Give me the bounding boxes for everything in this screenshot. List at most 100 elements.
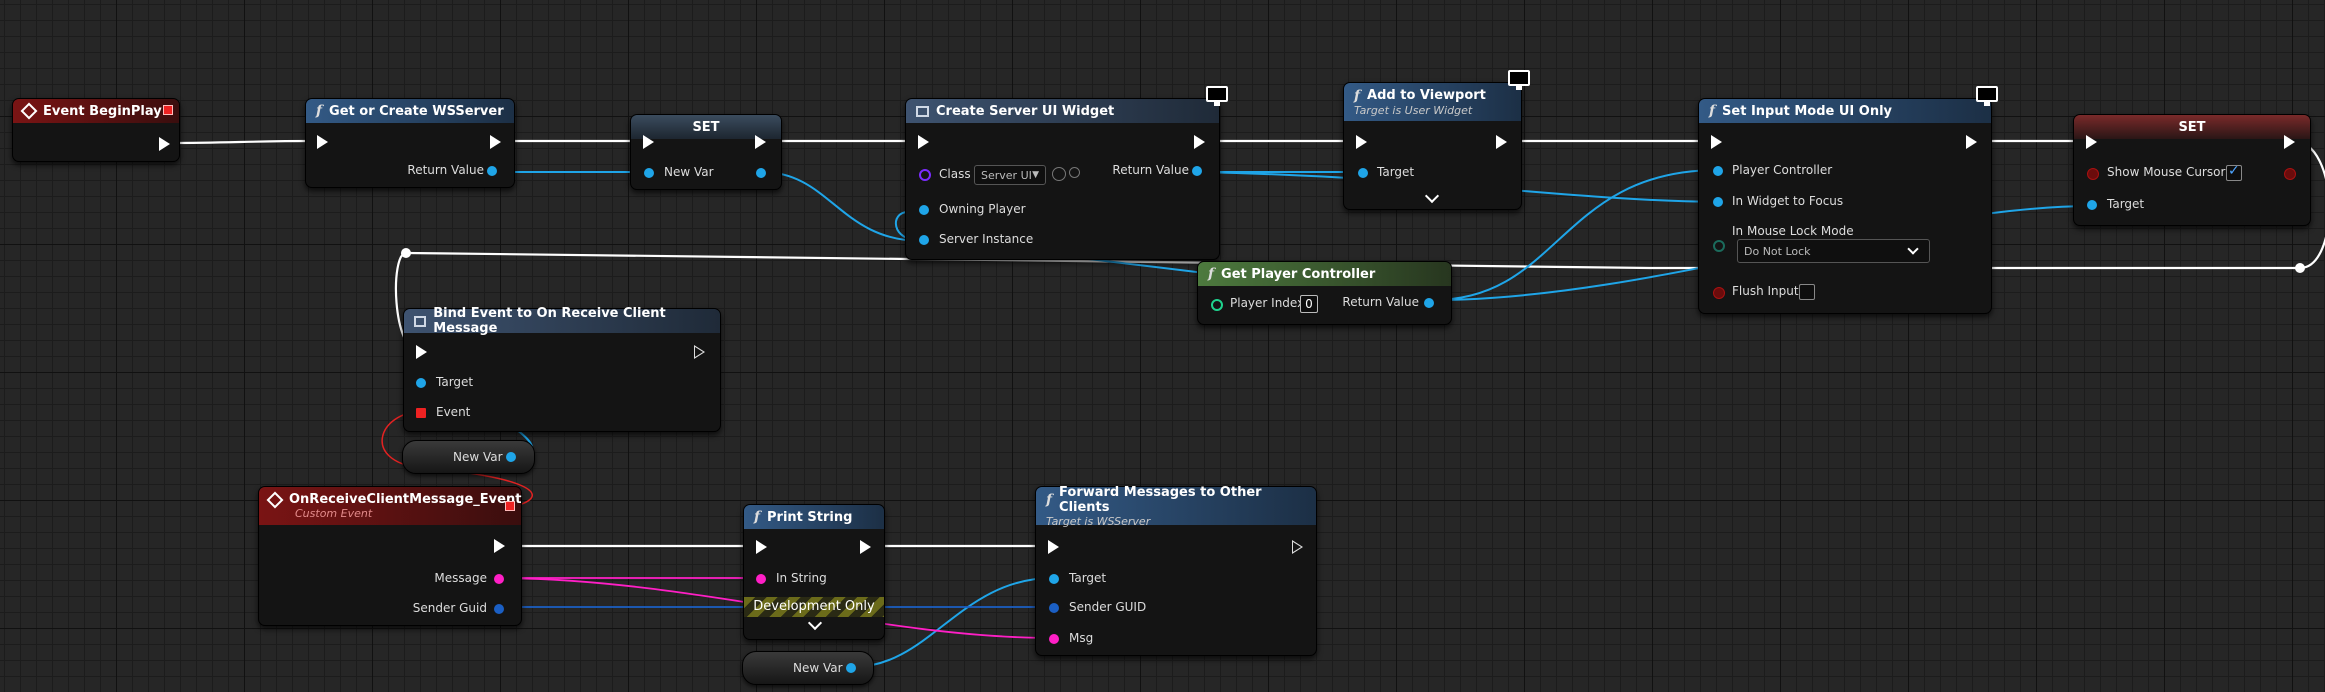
exec-output-pin[interactable] [1496, 135, 1507, 149]
get-player-controller-node[interactable]: f Get Player Controller Player Index 0 R… [1197, 261, 1452, 325]
print-string-node[interactable]: f Print String In String Development Onl… [743, 504, 885, 640]
node-title: OnReceiveClientMessage_Event [289, 492, 522, 507]
exec-output-pin[interactable] [755, 135, 766, 149]
return-value-label: Return Value [1342, 295, 1419, 309]
msg-input-pin[interactable] [1049, 634, 1059, 644]
in-mouse-lock-mode-label: In Mouse Lock Mode [1732, 224, 1854, 238]
reroute-node[interactable] [2295, 263, 2305, 273]
flush-input-checkbox[interactable] [1799, 284, 1815, 300]
show-mouse-cursor-output-pin[interactable] [2284, 168, 2296, 180]
owning-player-pin[interactable] [919, 205, 929, 215]
return-value-label: Return Value [407, 163, 484, 177]
new-var-input-pin[interactable] [644, 168, 654, 178]
return-value-pin[interactable] [1424, 298, 1434, 308]
event-input-pin[interactable] [416, 408, 426, 418]
target-input-pin[interactable] [416, 378, 426, 388]
message-output-pin[interactable] [494, 574, 504, 584]
player-controller-pin[interactable] [1713, 166, 1723, 176]
function-icon: f [1046, 491, 1053, 508]
show-mouse-cursor-label: Show Mouse Cursor [2107, 165, 2226, 179]
node-title: Event BeginPlay [43, 103, 162, 119]
exec-output-pin[interactable] [694, 345, 705, 359]
node-title: Create Server UI Widget [936, 103, 1115, 119]
in-string-pin[interactable] [756, 574, 766, 584]
target-label: Target [2107, 197, 2145, 211]
in-widget-to-focus-pin[interactable] [1713, 197, 1723, 207]
event-diamond-icon [20, 102, 38, 120]
class-input-pin[interactable] [919, 169, 931, 181]
exec-output-pin[interactable] [490, 135, 501, 149]
exec-input-pin[interactable] [918, 135, 929, 149]
sender-guid-label: Sender Guid [412, 601, 487, 615]
get-or-create-wsserver-node[interactable]: f Get or Create WSServer Return Value [305, 98, 515, 188]
add-to-viewport-node[interactable]: f Add to Viewport Target is User Widget T… [1343, 70, 1530, 210]
browse-icon[interactable] [1052, 167, 1066, 181]
exec-output-pin[interactable] [1194, 135, 1205, 149]
forward-messages-node[interactable]: f Forward Messages to Other Clients Targe… [1035, 484, 1317, 656]
mouse-lock-mode-dropdown[interactable]: Do Not Lock [1737, 239, 1930, 263]
new-var-getter-node[interactable]: New Var [742, 651, 874, 685]
exec-input-pin[interactable] [1356, 135, 1367, 149]
set-input-mode-ui-only-node[interactable]: f Set Input Mode UI Only Player Controll… [1698, 86, 1998, 314]
show-mouse-cursor-checkbox[interactable] [2226, 163, 2242, 181]
exec-input-pin[interactable] [416, 345, 427, 359]
delegate-output-pin[interactable] [163, 105, 173, 115]
exec-input-pin[interactable] [2086, 135, 2097, 149]
exec-output-pin[interactable] [159, 137, 170, 151]
delegate-output-pin[interactable] [505, 501, 515, 511]
target-input-pin[interactable] [2087, 200, 2097, 210]
event-beginplay-node[interactable]: Event BeginPlay [12, 98, 180, 162]
exec-input-pin[interactable] [1711, 135, 1722, 149]
set-show-mouse-cursor-node[interactable]: SET Show Mouse Cursor Target [2073, 114, 2311, 226]
node-header: Create Server UI Widget [906, 99, 1219, 123]
exec-input-pin[interactable] [317, 135, 328, 149]
exec-input-pin[interactable] [643, 135, 654, 149]
exec-output-pin[interactable] [1292, 540, 1303, 554]
new-var-output-pin[interactable] [756, 168, 766, 178]
reroute-node[interactable] [401, 248, 411, 258]
new-var-output-pin[interactable] [846, 663, 856, 673]
new-var-getter-node[interactable]: New Var [402, 440, 535, 474]
exec-input-pin[interactable] [1048, 540, 1059, 554]
new-var-output-pin[interactable] [506, 452, 516, 462]
on-receive-client-message-event-node[interactable]: OnReceiveClientMessage_Event Custom Even… [258, 486, 522, 626]
exec-output-pin[interactable] [860, 540, 871, 554]
new-var-label: New Var [793, 661, 843, 675]
search-icon[interactable] [1069, 167, 1080, 178]
expand-chevron-icon[interactable] [1424, 188, 1440, 204]
return-value-pin[interactable] [1192, 166, 1202, 176]
create-server-ui-widget-node[interactable]: Create Server UI Widget Class Server UI … [905, 86, 1228, 260]
node-title: Get Player Controller [1221, 266, 1376, 282]
player-index-pin[interactable] [1211, 299, 1223, 311]
server-instance-pin[interactable] [919, 235, 929, 245]
target-input-pin[interactable] [1049, 574, 1059, 584]
player-index-label: Player Index [1230, 296, 1305, 310]
return-value-pin[interactable] [487, 166, 497, 176]
set-new-var-node[interactable]: SET New Var [630, 114, 782, 190]
node-subtitle: Target is User Widget [1354, 103, 1473, 117]
bind-event-node[interactable]: Bind Event to On Receive Client Message … [403, 306, 721, 432]
in-mouse-lock-mode-pin[interactable] [1713, 240, 1725, 252]
exec-output-pin[interactable] [2284, 135, 2295, 149]
node-header: f Add to Viewport Target is User Widget [1344, 83, 1521, 121]
development-only-banner: Development Only [744, 597, 884, 617]
msg-label: Msg [1069, 631, 1094, 645]
flush-input-pin[interactable] [1713, 287, 1725, 299]
expand-chevron-icon[interactable] [807, 615, 823, 631]
sender-guid-input-pin[interactable] [1049, 603, 1059, 613]
function-icon: f [316, 103, 323, 119]
target-input-pin[interactable] [1358, 168, 1368, 178]
class-dropdown-value: Server UI [981, 168, 1032, 182]
exec-input-pin[interactable] [756, 540, 767, 554]
player-index-input[interactable]: 0 [1300, 295, 1318, 313]
target-label: Target [1377, 165, 1415, 179]
exec-output-pin[interactable] [494, 539, 505, 553]
target-label: Target [1069, 571, 1107, 585]
class-dropdown[interactable]: Server UI ▼ [974, 165, 1046, 185]
sender-guid-output-pin[interactable] [494, 604, 504, 614]
node-subtitle: Custom Event [295, 507, 373, 520]
sender-guid-label: Sender GUID [1069, 600, 1147, 614]
show-mouse-cursor-input-pin[interactable] [2087, 168, 2099, 180]
exec-output-pin[interactable] [1966, 135, 1977, 149]
node-title: Forward Messages to Other Clients [1059, 484, 1262, 515]
